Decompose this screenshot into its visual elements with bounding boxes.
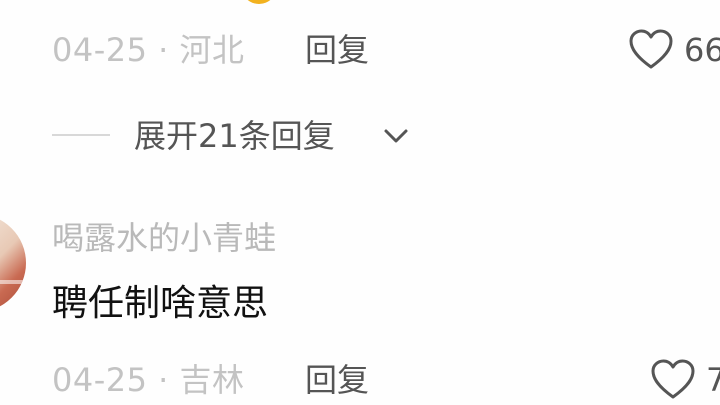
avatar[interactable] (0, 214, 26, 312)
like-button[interactable] (628, 28, 674, 70)
reply-button[interactable]: 回复 (305, 364, 369, 396)
like-count: 7 (706, 361, 720, 399)
like-button[interactable] (650, 358, 696, 400)
emoji-icon (241, 0, 277, 4)
chevron-down-icon[interactable] (383, 126, 409, 150)
comment-date-location: 04-25 · 河北 (52, 31, 245, 69)
like-count: 66 (684, 31, 720, 69)
heart-outline-icon (629, 29, 673, 69)
comment-text: 聘任制啥意思 (52, 283, 269, 324)
expand-replies-button[interactable]: 展开21条回复 (134, 120, 335, 152)
heart-outline-icon (651, 359, 695, 399)
reply-button[interactable]: 回复 (305, 34, 369, 66)
comment-date-location: 04-25 · 吉林 (52, 361, 245, 399)
expand-divider (52, 134, 110, 136)
username[interactable]: 喝露水的小青蛙 (52, 222, 276, 254)
